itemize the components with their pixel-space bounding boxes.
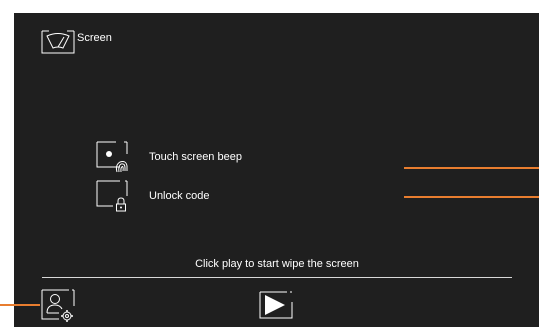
callout-line <box>404 167 539 169</box>
wipe-hint-text: Click play to start wipe the screen <box>195 258 359 270</box>
setting-touch-screen-beep[interactable]: Touch screen beep <box>96 140 242 174</box>
divider <box>42 277 512 278</box>
wiper-screen-icon <box>41 30 75 54</box>
screen-header: Screen <box>41 28 112 54</box>
play-icon <box>259 291 293 319</box>
callout-line <box>404 196 539 198</box>
play-button[interactable] <box>259 290 295 320</box>
setting-label: Touch screen beep <box>149 151 242 163</box>
device-screen: Screen Touch screen beep Unlock code Cli… <box>14 13 539 327</box>
screen-title: Screen <box>77 32 112 44</box>
user-settings-button[interactable] <box>41 288 77 324</box>
callout-line <box>0 304 40 306</box>
lock-icon <box>96 180 128 212</box>
user-settings-icon <box>41 289 75 322</box>
fingerprint-icon <box>96 141 128 173</box>
setting-label: Unlock code <box>149 190 210 202</box>
setting-unlock-code[interactable]: Unlock code <box>96 179 210 213</box>
